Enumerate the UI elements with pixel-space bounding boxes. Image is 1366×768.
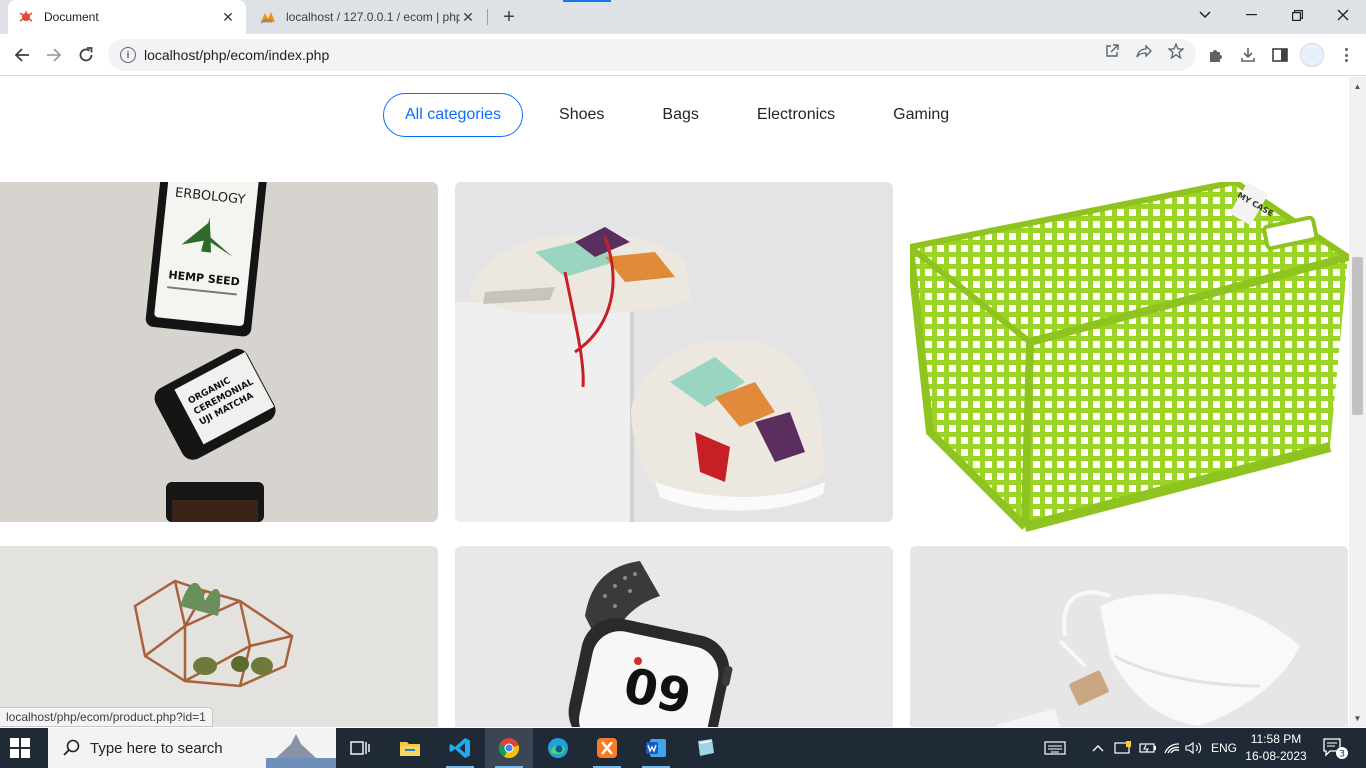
battery-icon[interactable]	[1137, 728, 1159, 768]
search-icon	[60, 736, 84, 760]
xampp-button[interactable]	[583, 728, 631, 768]
browser-tab-strip: Document ✕ pMA localhost / 127.0.0.1 / e…	[0, 0, 1366, 34]
notification-count: 3	[1339, 750, 1345, 760]
tray-expand-chevron-up-icon[interactable]	[1090, 728, 1106, 768]
arrow-left-icon	[14, 48, 29, 62]
category-nav: All categories Shoes Bags Electronics Ga…	[383, 92, 985, 138]
browser-toolbar: i localhost/php/ecom/index.php	[0, 34, 1366, 76]
file-explorer-button[interactable]	[386, 728, 434, 768]
task-view-button[interactable]	[336, 728, 384, 768]
profile-avatar[interactable]	[1300, 43, 1324, 67]
chevron-down-icon	[1199, 11, 1211, 19]
vscode-icon	[449, 738, 470, 758]
security-tray-icon[interactable]	[1112, 728, 1134, 768]
word-icon	[646, 739, 666, 757]
chrome-button[interactable]	[485, 728, 533, 768]
clock-date: 16-08-2023	[1245, 749, 1307, 763]
reload-button[interactable]	[72, 41, 100, 69]
tab-title: Document	[44, 10, 99, 24]
scroll-up-arrow-icon[interactable]: ▲	[1350, 79, 1365, 93]
arrow-right-icon	[47, 48, 62, 62]
category-electronics[interactable]: Electronics	[735, 93, 857, 137]
phpmyadmin-icon: pMA	[260, 9, 276, 25]
clock-time: 11:58 PM	[1250, 732, 1302, 746]
download-icon[interactable]	[1239, 46, 1257, 64]
tab-search-button[interactable]	[1182, 0, 1228, 30]
url-text[interactable]: localhost/php/ecom/index.php	[144, 47, 1196, 63]
word-button[interactable]	[632, 728, 680, 768]
taskbar-search[interactable]: Type here to search	[48, 728, 336, 768]
open-in-app-icon[interactable]	[1103, 42, 1121, 60]
forward-button[interactable]	[40, 41, 68, 69]
tab-separator	[487, 9, 488, 25]
windows-taskbar: Type here to search ENG 11:58 PM 16-08-2…	[0, 728, 1366, 768]
snipping-tool-icon	[698, 739, 714, 756]
snipping-tool-button[interactable]	[681, 728, 729, 768]
product-image	[455, 182, 893, 522]
product-card-sneakers[interactable]	[455, 182, 893, 522]
product-image: ERBOLOGY HEMP SEED ORGANIC CEREMONIAL UJ…	[0, 182, 438, 522]
category-gaming[interactable]: Gaming	[871, 93, 971, 137]
scroll-down-arrow-icon[interactable]: ▼	[1350, 711, 1365, 725]
product-card-basket[interactable]: MY CASE	[910, 182, 1350, 532]
folder-icon	[400, 742, 420, 756]
close-icon	[1337, 9, 1349, 21]
page-viewport: All categories Shoes Bags Electronics Ga…	[0, 77, 1366, 727]
address-bar[interactable]: i localhost/php/ecom/index.php	[108, 39, 1196, 71]
product-card-terrarium[interactable]	[0, 546, 438, 727]
keyboard-icon[interactable]	[1041, 728, 1069, 768]
reload-icon	[79, 47, 93, 62]
site-info-icon[interactable]: i	[120, 47, 136, 63]
product-card-drawstring-bag[interactable]	[910, 546, 1348, 727]
restore-icon	[1291, 9, 1303, 21]
link-status-bubble: localhost/php/ecom/product.php?id=1	[0, 707, 213, 727]
svg-text:pMA: pMA	[261, 19, 272, 24]
language-indicator[interactable]: ENG	[1208, 728, 1240, 768]
tab-loading-indicator	[563, 0, 611, 2]
task-view-icon	[350, 741, 370, 755]
minimize-button[interactable]	[1228, 0, 1274, 30]
restore-button[interactable]	[1274, 0, 1320, 30]
edge-icon	[548, 738, 568, 758]
close-tab-icon[interactable]: ✕	[220, 9, 236, 25]
minimize-icon	[1245, 14, 1257, 16]
product-card-hemp-seed[interactable]: ERBOLOGY HEMP SEED ORGANIC CEREMONIAL UJ…	[0, 182, 438, 522]
new-tab-button[interactable]: +	[498, 6, 520, 28]
tab-phpmyadmin[interactable]: pMA localhost / 127.0.0.1 / ecom | php ✕	[250, 0, 486, 34]
share-icon[interactable]	[1135, 42, 1153, 60]
extensions-puzzle-icon[interactable]	[1207, 46, 1225, 64]
back-button[interactable]	[8, 41, 36, 69]
category-shoes[interactable]: Shoes	[537, 93, 626, 137]
browser-menu-icon[interactable]	[1337, 46, 1355, 64]
taskbar-clock[interactable]: 11:58 PM 16-08-2023	[1240, 731, 1312, 765]
windows-start-icon[interactable]	[10, 738, 30, 758]
volume-icon[interactable]	[1183, 728, 1205, 768]
product-image: MY CASE	[910, 182, 1350, 532]
close-tab-icon[interactable]: ✕	[460, 9, 476, 25]
product-image	[910, 546, 1348, 727]
side-panel-icon[interactable]	[1271, 46, 1289, 64]
close-window-button[interactable]	[1320, 0, 1366, 30]
product-card-smartwatch[interactable]: 09	[455, 546, 893, 727]
wifi-icon[interactable]	[1161, 728, 1183, 768]
search-placeholder[interactable]: Type here to search	[90, 740, 223, 757]
notification-icon: 3	[1323, 738, 1348, 760]
bookmark-star-icon[interactable]	[1167, 42, 1185, 60]
vscode-button[interactable]	[436, 728, 484, 768]
search-highlight-image	[256, 728, 336, 768]
chrome-icon	[498, 738, 520, 759]
bug-icon	[18, 9, 34, 25]
product-image	[0, 546, 438, 727]
xampp-icon	[597, 738, 617, 758]
product-image: 09	[455, 546, 893, 727]
tab-title: localhost / 127.0.0.1 / ecom | php	[286, 10, 460, 24]
tab-document[interactable]: Document ✕	[8, 0, 246, 34]
category-all[interactable]: All categories	[383, 93, 524, 137]
category-bags[interactable]: Bags	[640, 93, 720, 137]
scrollbar-thumb[interactable]	[1352, 257, 1363, 415]
edge-button[interactable]	[534, 728, 582, 768]
notification-center-button[interactable]: 3	[1320, 728, 1350, 768]
